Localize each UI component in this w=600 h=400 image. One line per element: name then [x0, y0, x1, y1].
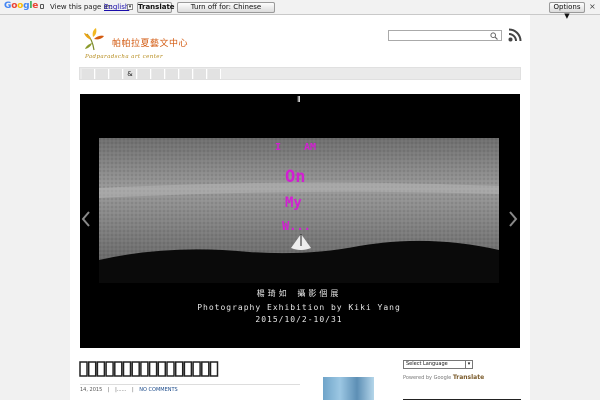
artwork-text: W... — [282, 219, 311, 233]
nav-item[interactable] — [152, 69, 165, 79]
artist-name: 楊琦如 攝影個展 — [256, 289, 342, 298]
options-button[interactable]: Options ▼ — [549, 2, 585, 20]
post-meta: 14, 2015 | |...... | NO COMMENTS — [80, 384, 300, 393]
nav-item[interactable] — [180, 69, 193, 79]
turn-off-button[interactable]: Turn off for: Chinese — [177, 2, 275, 13]
rss-icon[interactable] — [508, 28, 522, 42]
nav-item[interactable]: & — [124, 69, 137, 79]
language-select[interactable]: Select Language ▾ — [403, 360, 473, 369]
translate-button[interactable]: Translate — [137, 2, 175, 13]
nav-item[interactable] — [82, 69, 95, 79]
meta-separator: | — [131, 387, 134, 393]
nav-item[interactable] — [166, 69, 179, 79]
site-name-cn[interactable]: 帕帕拉夏藝文中心 — [112, 36, 188, 49]
exhibition-title: Photography Exhibition by Kiki Yang — [197, 303, 401, 312]
google-word: Google — [433, 375, 452, 381]
post-title[interactable]: □□□□□□□□□□□□□□□□ — [79, 361, 219, 378]
site-name-en: Padparadscha art center — [85, 54, 163, 60]
comments-link[interactable]: NO COMMENTS — [139, 387, 177, 393]
artwork-text: I — [275, 142, 281, 153]
language-link[interactable]: English — [104, 3, 129, 11]
exhibition-info: 楊琦如 攝影個展 Photography Exhibition by Kiki … — [99, 288, 499, 324]
google-translate-bar: Google View this page in: English ▾ Tran… — [0, 0, 600, 20]
nav-item[interactable] — [96, 69, 109, 79]
chevron-left-icon[interactable] — [81, 211, 90, 227]
artwork-text: On — [285, 167, 305, 187]
sidebar-thumbnail[interactable] — [323, 377, 374, 400]
artwork-text: My — [285, 195, 302, 211]
chevron-down-icon: ▾ — [465, 361, 472, 368]
nav-item[interactable] — [110, 69, 123, 79]
main-nav: & — [79, 67, 521, 80]
nav-item[interactable] — [194, 69, 207, 79]
search-input[interactable] — [388, 30, 502, 41]
view-page-label: View this page in: — [50, 3, 113, 11]
language-select-value: Select Language — [406, 361, 448, 367]
artwork-text: AM — [304, 142, 316, 153]
search-icon[interactable] — [490, 32, 498, 40]
nav-item[interactable] — [138, 69, 151, 79]
pause-icon[interactable]: II — [297, 95, 301, 104]
chevron-right-icon[interactable] — [509, 211, 518, 227]
browser-viewport: Google View this page in: English ▾ Tran… — [0, 0, 600, 400]
meta-separator: | — [107, 387, 110, 393]
close-icon[interactable]: × — [589, 2, 596, 11]
post-date: 14, 2015 — [80, 387, 103, 393]
image-slider[interactable]: II I AM On My W... 楊琦如 攝影個展 Photography … — [80, 94, 520, 348]
google-logo: Google — [4, 1, 39, 11]
flower-logo-icon[interactable] — [83, 28, 105, 52]
language-dropdown-icon[interactable]: ▾ — [127, 4, 133, 10]
translate-link[interactable]: Translate — [453, 374, 484, 381]
exhibition-banner[interactable]: I AM On My W... 楊琦如 攝影個展 Photography Exh… — [99, 138, 499, 329]
exhibition-dates: 2015/10/2-10/31 — [255, 315, 343, 324]
page-container: 帕帕拉夏藝文中心 Padparadscha art center & II I … — [70, 15, 530, 400]
post-author[interactable]: |...... — [115, 387, 126, 393]
nav-item[interactable] — [208, 69, 221, 79]
powered-by-google: Powered by Google Translate — [403, 374, 484, 381]
lock-icon — [40, 4, 44, 9]
powered-label: Powered by — [403, 375, 432, 381]
